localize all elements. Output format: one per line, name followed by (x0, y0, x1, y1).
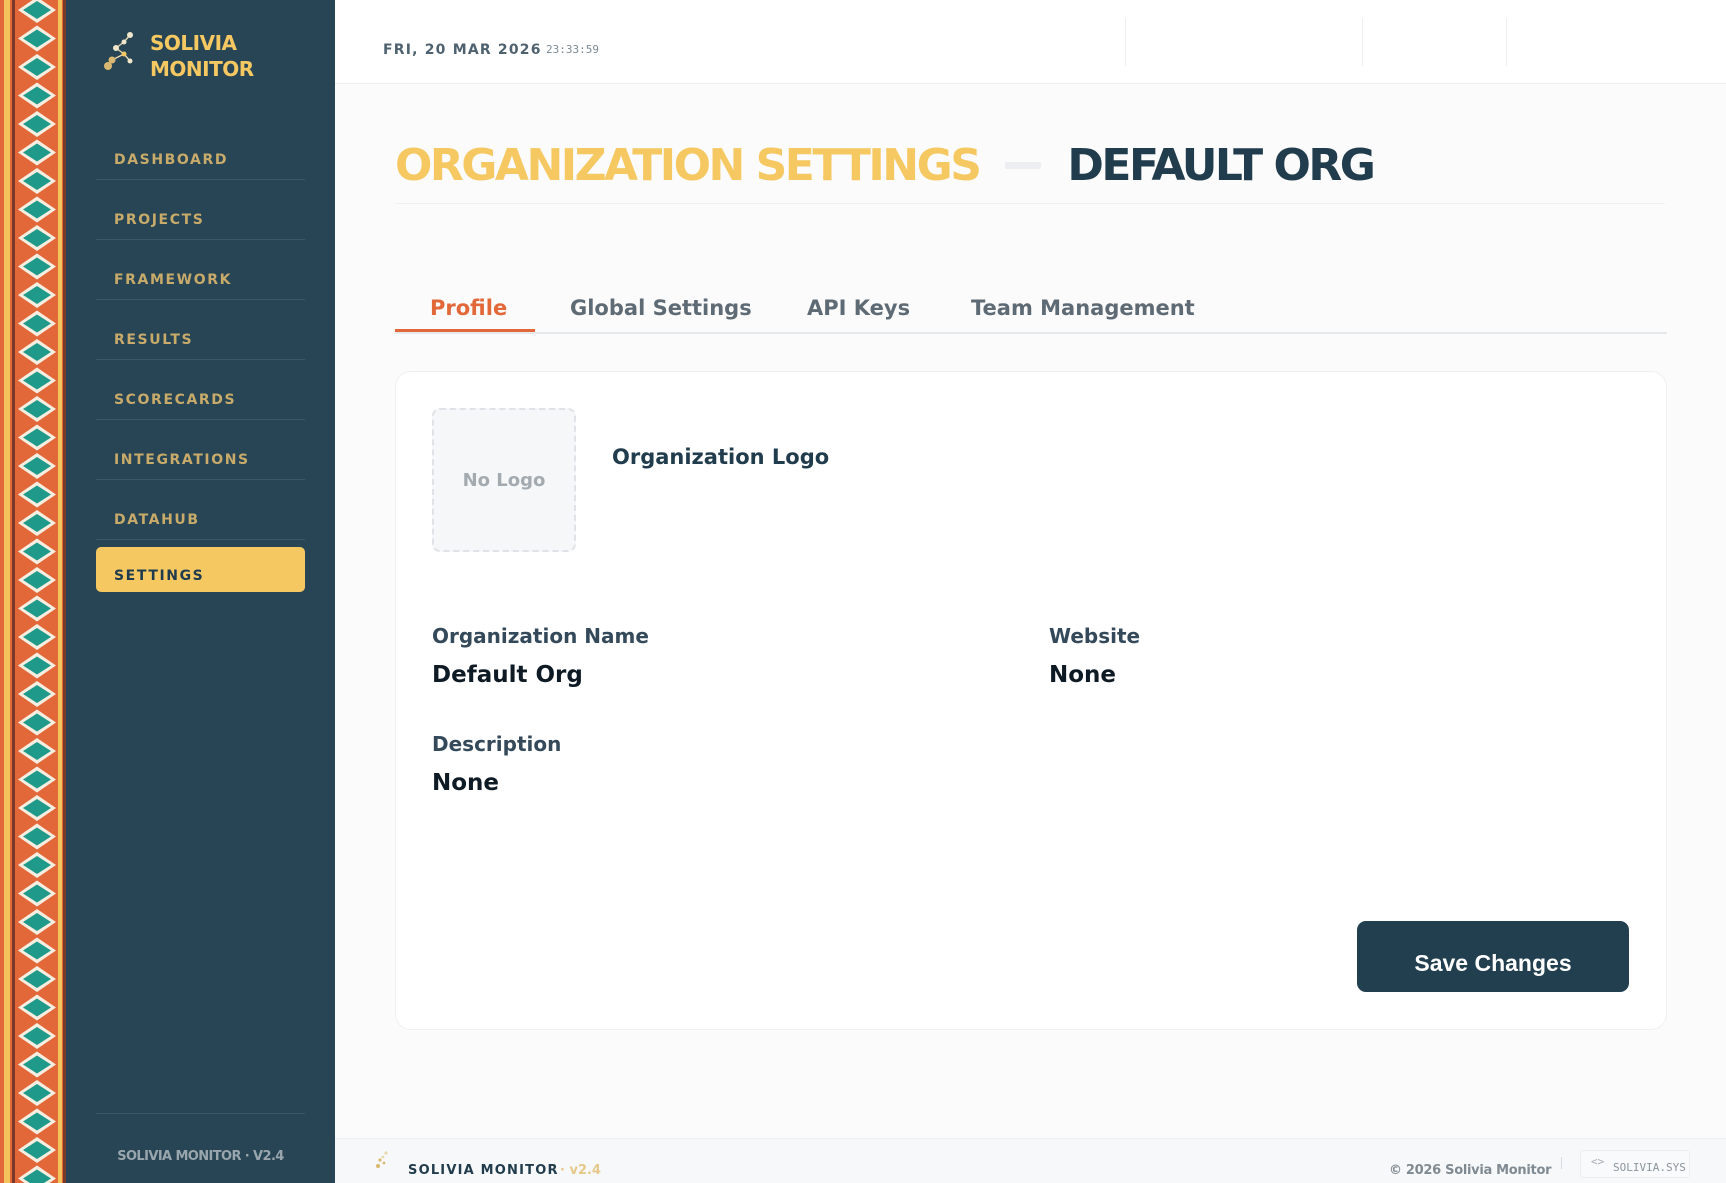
header-divider (1506, 18, 1507, 66)
brand[interactable]: SOLIVIA MONITOR (104, 30, 254, 82)
system-badge-label: SOLIVIA.SYS (1613, 1161, 1686, 1174)
org-name-label: Organization Name (432, 624, 649, 648)
footer-divider (1561, 1157, 1562, 1169)
header-time: 23:33:59 (546, 43, 599, 56)
header-date: FRI, 20 MAR 2026 (383, 42, 542, 58)
logo-upload-box[interactable]: No Logo (432, 408, 576, 552)
page-title-main: ORGANIZATION SETTINGS (395, 140, 982, 191)
tab-api-keys[interactable]: API Keys (807, 296, 910, 320)
footer-version: · v2.4 (560, 1163, 601, 1178)
title-separator (1005, 162, 1042, 169)
logo-placeholder-text: No Logo (462, 469, 546, 491)
sidebar: SOLIVIA MONITOR DASHBOARD PROJECTS FRAME… (66, 0, 335, 1183)
website-label: Website (1049, 624, 1141, 648)
code-brackets-icon: <> (1591, 1155, 1605, 1168)
settings-tabs: Profile Global Settings API Keys Team Ma… (395, 288, 1667, 334)
title-divider (395, 203, 1665, 204)
save-changes-button[interactable]: Save Changes (1357, 921, 1629, 992)
tab-profile[interactable]: Profile (430, 296, 507, 320)
header-divider (1125, 18, 1126, 66)
decorative-pattern-stripe (0, 0, 66, 1183)
sidebar-nav: DASHBOARD PROJECTS FRAMEWORK RESULTS SCO… (96, 120, 305, 592)
sidebar-item-dashboard[interactable]: DASHBOARD (96, 120, 305, 180)
sidebar-item-projects[interactable]: PROJECTS (96, 180, 305, 240)
org-name-field[interactable]: Default Org (432, 662, 583, 688)
sidebar-item-settings[interactable]: SETTINGS (96, 547, 305, 592)
sidebar-item-framework[interactable]: FRAMEWORK (96, 240, 305, 300)
sidebar-item-integrations[interactable]: INTEGRATIONS (96, 420, 305, 480)
sidebar-item-results[interactable]: RESULTS (96, 300, 305, 360)
page-title-org: DEFAULT ORG (1067, 140, 1376, 191)
sidebar-version: SOLIVIA MONITOR · V2.4 (117, 1149, 284, 1164)
molecule-logo-icon (104, 30, 136, 74)
header-divider (1362, 18, 1363, 66)
sidebar-item-scorecards[interactable]: SCORECARDS (96, 360, 305, 420)
sidebar-item-datahub[interactable]: DATAHUB (96, 480, 305, 540)
top-header: FRI, 20 MAR 2026 23:33:59 (335, 0, 1726, 84)
website-field[interactable]: None (1049, 662, 1116, 688)
footer-copyright: © 2026 Solivia Monitor (1389, 1163, 1552, 1178)
footer-brand: SOLIVIA MONITOR (408, 1163, 559, 1178)
system-badge[interactable]: <> SOLIVIA.SYS (1580, 1150, 1690, 1178)
active-tab-indicator (395, 329, 535, 332)
footer-logo-icon (375, 1151, 389, 1173)
tab-team-management[interactable]: Team Management (971, 296, 1195, 320)
profile-card: No Logo Organization Logo Organization N… (395, 371, 1667, 1030)
description-label: Description (432, 732, 562, 756)
logo-label: Organization Logo (612, 445, 830, 469)
footer: SOLIVIA MONITOR · v2.4 © 2026 Solivia Mo… (335, 1138, 1726, 1183)
description-field[interactable]: None (432, 770, 499, 796)
tab-global-settings[interactable]: Global Settings (570, 296, 752, 320)
page-title: ORGANIZATION SETTINGS DEFAULT ORG (395, 140, 1376, 191)
brand-name: SOLIVIA MONITOR (150, 31, 254, 81)
sidebar-divider (96, 1113, 305, 1114)
